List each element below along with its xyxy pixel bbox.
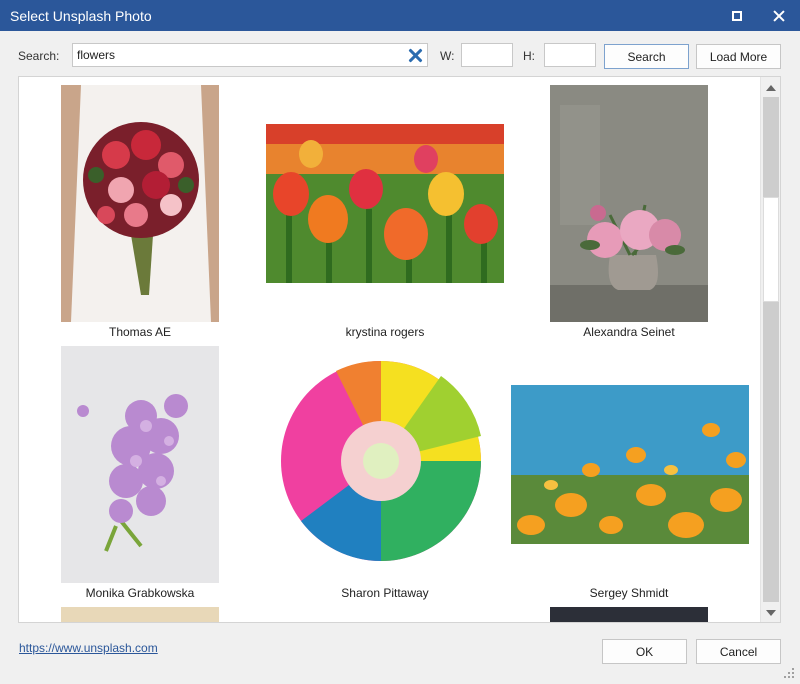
load-more-button[interactable]: Load More — [696, 44, 781, 69]
height-label: H: — [523, 49, 535, 63]
photo-thumbnail[interactable] — [61, 346, 219, 583]
photo-author: Monika Grabkowska — [85, 586, 195, 600]
scrollbar-thumb[interactable] — [763, 197, 779, 302]
vertical-scrollbar[interactable] — [760, 77, 780, 622]
scroll-up-button[interactable] — [761, 79, 780, 96]
width-label: W: — [440, 49, 455, 63]
close-icon — [773, 10, 785, 22]
close-button[interactable] — [758, 0, 800, 31]
unsplash-link[interactable]: https://www.unsplash.com — [19, 641, 158, 655]
clear-icon[interactable] — [408, 48, 423, 63]
photo-thumbnail[interactable] — [61, 85, 219, 322]
photo-thumbnail[interactable] — [550, 85, 708, 322]
photo-author: Alexandra Seinet — [583, 325, 675, 339]
lilac-image — [61, 346, 219, 583]
photo-gallery[interactable]: Thomas AE krystina rogers Alexandra Sein… — [18, 76, 781, 623]
width-field[interactable] — [461, 43, 513, 67]
height-field[interactable] — [544, 43, 596, 67]
maximize-icon — [732, 10, 742, 21]
scroll-down-button[interactable] — [761, 604, 780, 621]
photo-thumbnail[interactable] — [266, 346, 504, 583]
photo-thumbnail[interactable] — [550, 607, 708, 622]
search-field[interactable] — [72, 43, 428, 67]
photo-author: Sergey Shmidt — [589, 586, 669, 600]
photo-author: Sharon Pittaway — [341, 586, 429, 600]
photo-thumbnail[interactable] — [511, 385, 749, 544]
poppies-image — [511, 385, 749, 544]
search-input[interactable] — [73, 44, 427, 66]
search-button[interactable]: Search — [604, 44, 689, 69]
height-input[interactable] — [545, 44, 595, 66]
ok-button[interactable]: OK — [602, 639, 687, 664]
photo-thumbnail[interactable] — [61, 607, 219, 622]
tulips-image — [266, 124, 504, 283]
photo-author: krystina rogers — [345, 325, 425, 339]
window-title: Select Unsplash Photo — [10, 8, 152, 24]
chrysanthemum-image — [266, 346, 504, 583]
arrow-down-icon — [765, 609, 776, 616]
cancel-button[interactable]: Cancel — [696, 639, 781, 664]
search-label: Search: — [18, 49, 60, 63]
resize-grip-icon[interactable] — [784, 668, 796, 680]
photo-thumbnail[interactable] — [266, 124, 504, 283]
bouquet-image — [61, 85, 219, 322]
peonies-image — [550, 85, 708, 322]
photo-author: Thomas AE — [108, 325, 172, 339]
title-bar: Select Unsplash Photo — [0, 0, 800, 31]
width-input[interactable] — [462, 44, 512, 66]
arrow-up-icon — [765, 84, 776, 91]
maximize-button[interactable] — [716, 0, 758, 31]
scrollbar-track[interactable] — [763, 97, 779, 602]
